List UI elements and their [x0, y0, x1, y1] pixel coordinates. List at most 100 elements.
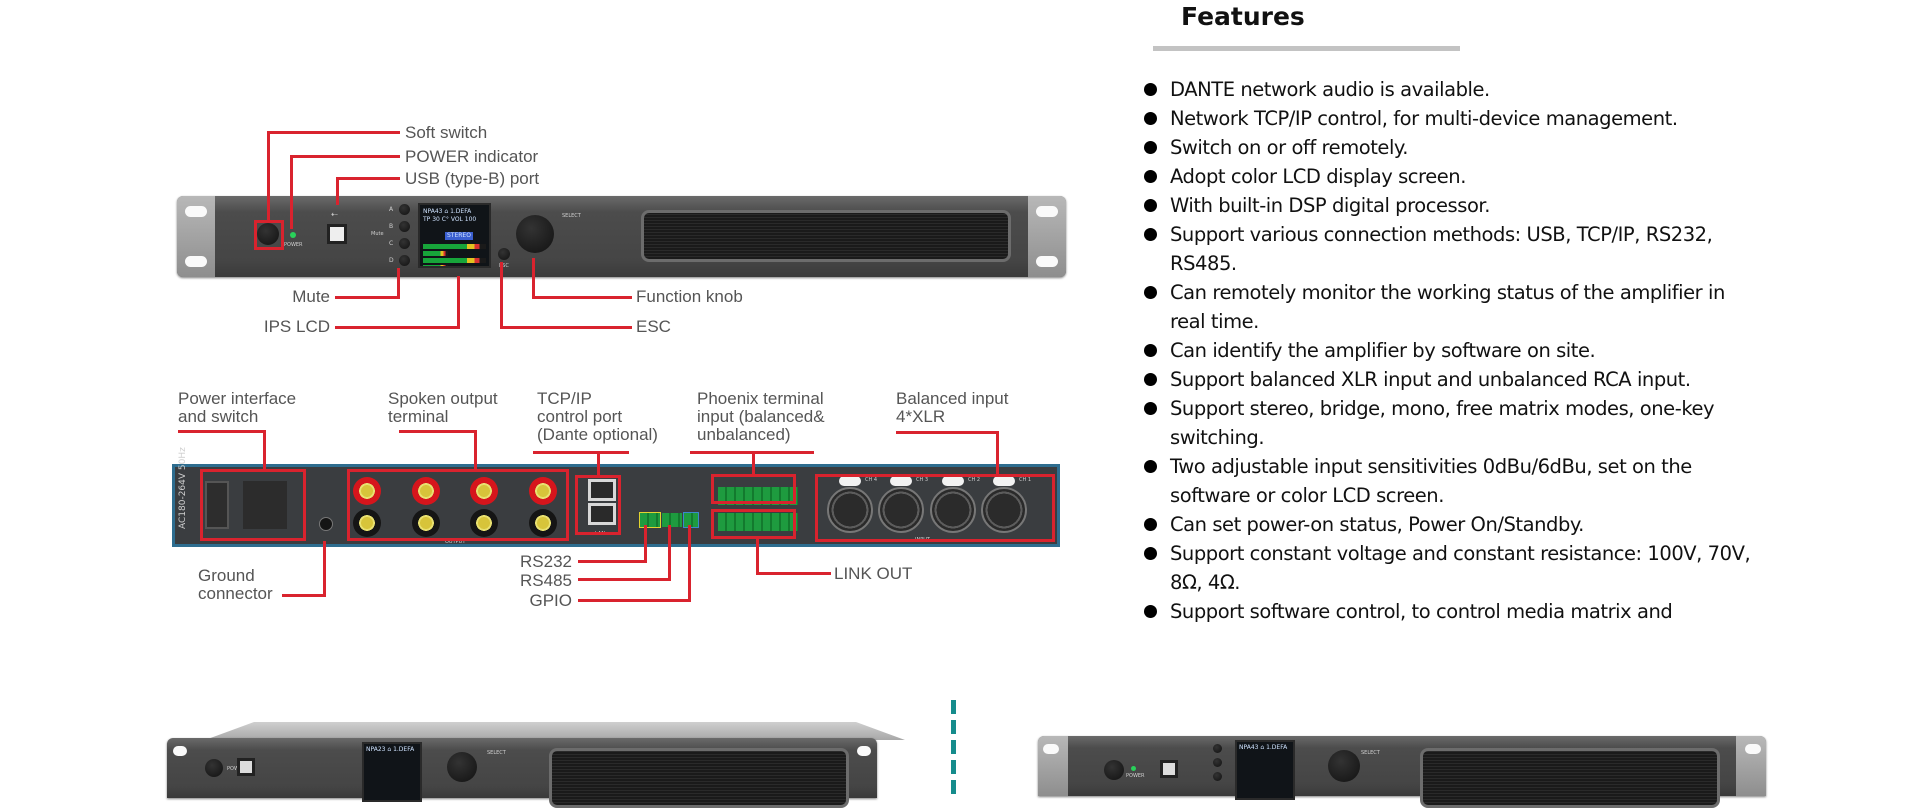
phoenix-input-highlight [711, 474, 796, 504]
feature-text-line: 8Ω, 4Ω. [1170, 571, 1241, 594]
callout-line: terminal [388, 407, 449, 426]
callout-line: Power interface [178, 389, 297, 408]
feature-text-line: Can identify the amplifier by software o… [1170, 339, 1596, 362]
preview-knob [1328, 750, 1360, 782]
feature-item: Support balanced XLR input and unbalance… [1144, 365, 1804, 394]
feature-text-line: DANTE network audio is available. [1170, 78, 1490, 101]
callout-phoenix: Phoenix terminal input (balanced& unbala… [697, 390, 825, 444]
preview-mute-button [1213, 772, 1222, 781]
feature-item: DANTE network audio is available. [1144, 75, 1804, 104]
callout-tcpip: TCP/IP control port (Dante optional) [537, 390, 658, 444]
callout-mute: Mute [292, 287, 330, 306]
feature-item: With built-in DSP digital processor. [1144, 191, 1804, 220]
divider-dash [951, 700, 956, 714]
callout-power-indicator: POWER indicator [405, 147, 539, 166]
feature-item: Can identify the amplifier by software o… [1144, 336, 1804, 365]
esc-button [498, 248, 510, 260]
preview-power-button [205, 759, 223, 777]
bullet-icon [1144, 460, 1157, 473]
callout-usb-port: USB (type-B) port [405, 169, 540, 188]
preview-grille [549, 748, 849, 808]
button-label-b: B [389, 223, 394, 230]
callout-line: unbalanced) [697, 425, 791, 444]
lcd-line-status: TP 30 C° VOL 100 [423, 216, 477, 223]
rs232-terminal [639, 512, 661, 528]
xlr-input-highlight [815, 474, 1055, 542]
feature-text-line: Can set power-on status, Power On/Standb… [1170, 513, 1584, 536]
rack-slot [857, 746, 871, 756]
preview-usb-port [1160, 760, 1178, 778]
feature-text-line: real time. [1170, 310, 1259, 333]
feature-text-line: Support various connection methods: USB,… [1170, 223, 1713, 246]
preview-mute-button [1213, 758, 1222, 767]
power-interface-highlight [200, 469, 306, 541]
preview-lcd-model: NPA43 ⌂ 1.DEFA [1239, 744, 1288, 751]
callout-line: TCP/IP [537, 389, 592, 408]
feature-item: Support software control, to control med… [1144, 597, 1804, 626]
lcd-meter [423, 265, 449, 266]
rack-slot [1036, 206, 1058, 217]
feature-text-line: Support stereo, bridge, mono, free matri… [1170, 397, 1715, 420]
feature-text-line: RS485. [1170, 252, 1237, 275]
rack-slot [185, 206, 207, 217]
preview-left-device: POWER NPA23 ⌂ 1.DEFA SELECT [167, 738, 877, 808]
rack-slot [1036, 256, 1058, 267]
button-label-a: A [389, 206, 394, 213]
voltage-text: AC180-264V [178, 472, 188, 529]
feature-text-line: switching. [1170, 426, 1265, 449]
bullet-icon [1144, 199, 1157, 212]
feature-text-line: Adopt color LCD display screen. [1170, 165, 1466, 188]
preview-power-label: POWER [1126, 773, 1145, 779]
preview-grille [1420, 748, 1720, 808]
bullet-icon [1144, 344, 1157, 357]
callout-soft-switch: Soft switch [405, 123, 488, 142]
bullet-icon [1144, 518, 1157, 531]
button-label-d: D [389, 257, 394, 264]
feature-text-line: Can remotely monitor the working status … [1170, 281, 1725, 304]
front-grille [641, 210, 1011, 262]
feature-item: Can set power-on status, Power On/Standb… [1144, 510, 1804, 539]
select-printed-label: SELECT [562, 213, 581, 219]
feature-text-line: Two adjustable input sensitivities 0dBu/… [1170, 455, 1692, 478]
feature-item: Support various connection methods: USB,… [1144, 220, 1804, 278]
function-knob [516, 215, 554, 253]
lcd-meter [423, 244, 486, 249]
link-out-highlight [711, 509, 796, 539]
usb-port [327, 224, 347, 244]
preview-select-label: SELECT [487, 750, 506, 756]
feature-item: Support stereo, bridge, mono, free matri… [1144, 394, 1804, 452]
callout-balanced-input: Balanced input 4*XLR [896, 390, 1008, 426]
divider-dash [951, 740, 956, 754]
preview-lcd: NPA23 ⌂ 1.DEFA [362, 742, 422, 802]
bullet-icon [1144, 112, 1157, 125]
speaker-output-highlight [347, 469, 569, 541]
preview-mute-button [1213, 744, 1222, 753]
features-title-underline [1153, 46, 1460, 51]
bullet-icon [1144, 547, 1157, 560]
feature-text-line: Switch on or off remotely. [1170, 136, 1408, 159]
features-title: Features [1181, 2, 1305, 31]
power-printed-label: POWER [284, 242, 303, 248]
callout-line: and switch [178, 407, 259, 426]
mute-button-c [399, 238, 410, 249]
feature-text-line: Support balanced XLR input and unbalance… [1170, 368, 1691, 391]
bullet-icon [1144, 228, 1157, 241]
button-label-c: C [389, 240, 394, 247]
mute-button-b [399, 221, 410, 232]
lcd-mode-badge: STEREO [445, 232, 473, 240]
callout-line: connector [198, 584, 273, 603]
mute-printed-label: Mute [371, 231, 384, 237]
feature-text-line: Network TCP/IP control, for multi-device… [1170, 107, 1678, 130]
callout-line: Ground [198, 566, 255, 585]
callout-line: Phoenix terminal [697, 389, 824, 408]
callout-link-out: LINK OUT [834, 564, 913, 583]
callout-rs232: RS232 [520, 552, 572, 571]
preview-power-button [1104, 760, 1124, 780]
callout-ips-lcd: IPS LCD [263, 317, 330, 336]
preview-knob [447, 752, 477, 782]
bullet-icon [1144, 402, 1157, 415]
preview-select-label: SELECT [1361, 750, 1380, 756]
callout-line: control port [537, 407, 623, 426]
callout-power-interface: Power interface and switch [178, 390, 296, 426]
soft-switch-highlight [254, 220, 284, 250]
